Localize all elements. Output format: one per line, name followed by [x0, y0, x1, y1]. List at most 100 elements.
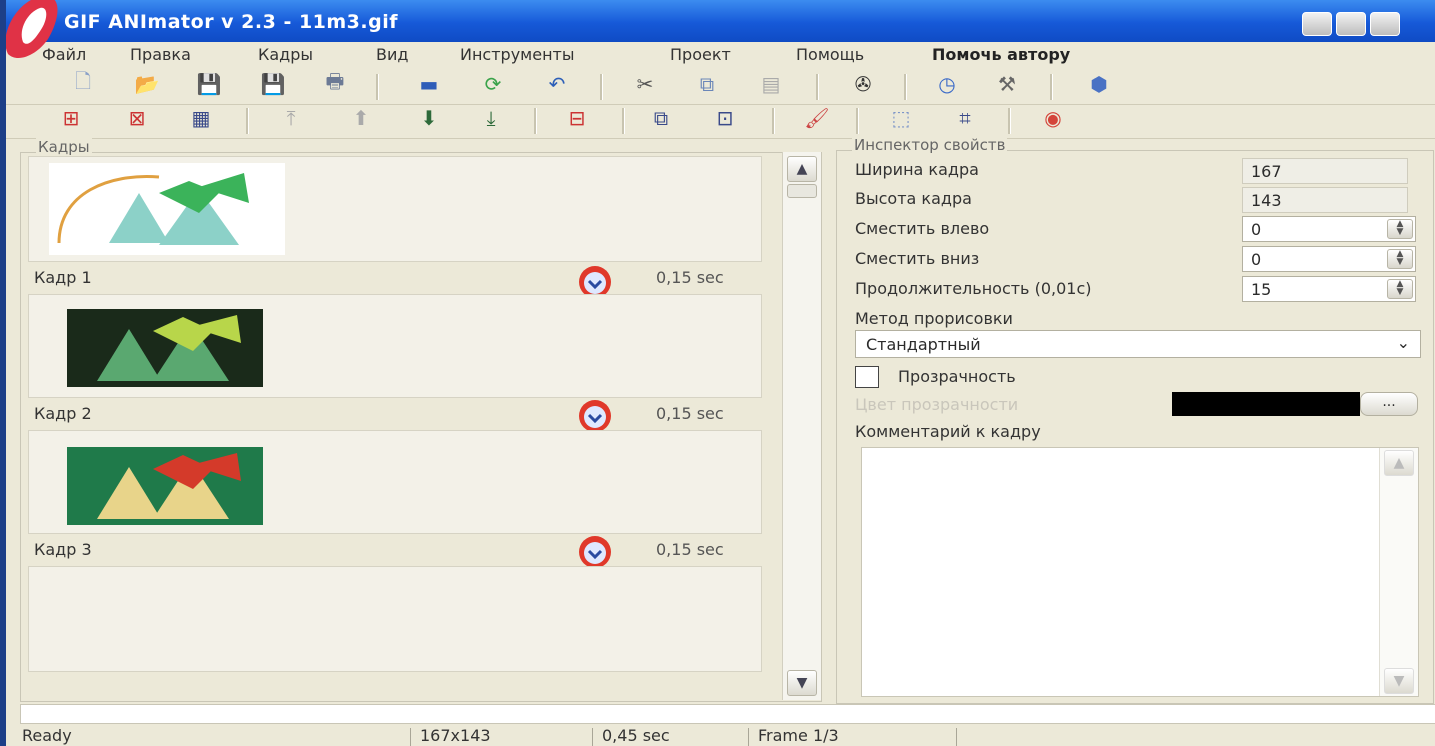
toolbar-separator — [1008, 108, 1011, 134]
save-icon[interactable]: 💾 — [194, 70, 224, 98]
move-top-icon[interactable]: ⤒ — [276, 104, 306, 132]
frame-item-3[interactable] — [28, 430, 762, 534]
frame-delay-3: 0,15 sec — [656, 540, 724, 559]
split-frames-icon[interactable]: ⧉ — [646, 104, 676, 132]
open-folder-icon[interactable]: 📂 — [132, 70, 162, 98]
move-bottom-icon[interactable]: ⤓ — [476, 104, 506, 132]
menu-edit[interactable]: Правка — [130, 45, 191, 64]
offset-left-label: Сместить влево — [855, 219, 990, 238]
draw-method-select[interactable]: Стандартный ⌄ — [855, 330, 1421, 358]
paste-icon[interactable]: ▤ — [756, 70, 786, 98]
comment-scrollbar[interactable]: ▲ ▼ — [1379, 448, 1418, 696]
status-input-line — [20, 704, 1435, 724]
toolbar-separator — [816, 74, 819, 100]
toolbar-separator — [772, 108, 775, 134]
frame-label-1: Кадр 1 — [34, 268, 92, 287]
toolbar-separator — [246, 108, 249, 134]
save-as-icon[interactable]: 💾 — [258, 70, 288, 98]
offset-left-spinner[interactable]: ▲ ▼ — [1387, 219, 1413, 239]
duration-value: 15 — [1251, 280, 1272, 299]
redo-icon[interactable]: ⟳ — [478, 70, 508, 98]
toolbar-separator — [376, 74, 379, 100]
film-reel-icon[interactable]: ✇ — [848, 70, 878, 98]
menu-bar: Файл Правка Кадры Вид Инструменты Проект… — [6, 42, 1435, 70]
toolbar-separator — [1050, 74, 1053, 100]
scroll-up-button[interactable]: ▲ — [787, 156, 817, 182]
inspector-label: Инспектор свойств — [852, 136, 1008, 154]
offset-down-spinner[interactable]: ▲ ▼ — [1387, 249, 1413, 269]
status-total-time: 0,45 sec — [602, 726, 670, 745]
minimize-button[interactable] — [1302, 12, 1332, 36]
frame-item-1[interactable] — [28, 156, 762, 262]
insert-frame-icon[interactable]: ⊟ — [562, 104, 592, 132]
scroll-up-button[interactable]: ▲ — [1384, 450, 1414, 476]
menu-frames[interactable]: Кадры — [258, 45, 313, 64]
frame-width-label: Ширина кадра — [855, 160, 979, 179]
frames-scrollbar[interactable]: ▲ ▼ — [782, 152, 821, 700]
menu-support-author[interactable]: Помочь автору — [932, 45, 1070, 64]
scroll-thumb[interactable] — [787, 184, 817, 198]
comment-label: Комментарий к кадру — [855, 422, 1041, 441]
color-palette-icon[interactable]: ◉ — [1038, 104, 1068, 132]
status-separator — [410, 728, 411, 746]
main-toolbar: 🗋 📂 💾 💾 🖶 ▬ ⟳ ↶ ✂ ⧉ ▤ ✇ ◷ ⚒ ⬢ — [6, 69, 1435, 105]
offset-down-input[interactable]: 0 ▲ ▼ — [1242, 246, 1416, 272]
preview-icon[interactable]: ▬ — [414, 70, 444, 98]
frame-width-value: 167 — [1242, 158, 1408, 184]
crop-icon[interactable]: ⌗ — [950, 104, 980, 132]
app-logo-icon — [6, 0, 58, 58]
cut-icon[interactable]: ✂ — [630, 70, 660, 98]
brush-icon[interactable]: 🖌 — [802, 104, 832, 132]
copy-icon[interactable]: ⧉ — [692, 70, 722, 98]
status-separator — [592, 728, 593, 746]
toolbar-separator — [622, 108, 625, 134]
delete-all-frames-icon[interactable]: ▦ — [186, 104, 216, 132]
move-up-icon[interactable]: ⬆ — [346, 104, 376, 132]
window-title: GIF ANImator v 2.3 - 11m3.gif — [64, 11, 399, 33]
offset-left-input[interactable]: 0 ▲ ▼ — [1242, 216, 1416, 242]
scroll-down-button[interactable]: ▼ — [787, 670, 817, 696]
export-icon[interactable]: ⬢ — [1084, 70, 1114, 98]
frame-item-2[interactable] — [28, 294, 762, 398]
menu-view[interactable]: Вид — [376, 45, 408, 64]
offset-down-value: 0 — [1251, 250, 1262, 269]
print-icon[interactable]: 🖶 — [320, 69, 350, 98]
duration-spinner[interactable]: ▲ ▼ — [1387, 279, 1413, 299]
app-window: GIF ANImator v 2.3 - 11m3.gif Файл Правк… — [6, 0, 1435, 746]
transparency-label: Прозрачность — [898, 367, 1016, 386]
transparency-checkbox[interactable] — [855, 366, 879, 388]
settings-tools-icon[interactable]: ⚒ — [992, 70, 1022, 98]
frame-thumbnail-1 — [49, 163, 285, 255]
frame-height-label: Высота кадра — [855, 189, 972, 208]
toolbar-separator — [600, 74, 603, 100]
add-frame-icon[interactable]: ⊞ — [56, 104, 86, 132]
offset-down-label: Сместить вниз — [855, 249, 980, 268]
delete-frame-icon[interactable]: ⊠ — [122, 104, 152, 132]
maximize-button[interactable] — [1336, 12, 1366, 36]
status-separator — [956, 728, 957, 746]
clock-icon[interactable]: ◷ — [932, 70, 962, 98]
undo-icon[interactable]: ↶ — [542, 70, 572, 98]
new-file-icon[interactable]: 🗋 — [68, 69, 98, 98]
frame-delay-1: 0,15 sec — [656, 268, 724, 287]
layout-frames-icon[interactable]: ⊡ — [710, 104, 740, 132]
frame-thumbnail-3 — [67, 447, 263, 525]
duration-input[interactable]: 15 ▲ ▼ — [1242, 276, 1416, 302]
resize-icon[interactable]: ⬚ — [886, 104, 916, 132]
menu-help[interactable]: Помощь — [796, 45, 864, 64]
menu-project[interactable]: Проект — [670, 45, 731, 64]
choose-color-button[interactable]: ... — [1360, 392, 1418, 416]
menu-tools[interactable]: Инструменты — [460, 45, 575, 64]
transparency-color-swatch — [1172, 392, 1360, 416]
offset-left-value: 0 — [1251, 220, 1262, 239]
status-frame-size: 167x143 — [420, 726, 491, 745]
frame-drop-area[interactable] — [28, 566, 762, 672]
close-button[interactable] — [1370, 12, 1400, 36]
scroll-down-button[interactable]: ▼ — [1384, 668, 1414, 694]
draw-method-value: Стандартный — [866, 335, 981, 354]
move-down-icon[interactable]: ⬇ — [414, 104, 444, 132]
title-bar[interactable]: GIF ANImator v 2.3 - 11m3.gif — [6, 0, 1435, 42]
frame-comment-textarea[interactable]: ▲ ▼ — [861, 447, 1419, 697]
status-frame-index: Frame 1/3 — [758, 726, 839, 745]
frames-panel-label: Кадры — [36, 138, 92, 156]
